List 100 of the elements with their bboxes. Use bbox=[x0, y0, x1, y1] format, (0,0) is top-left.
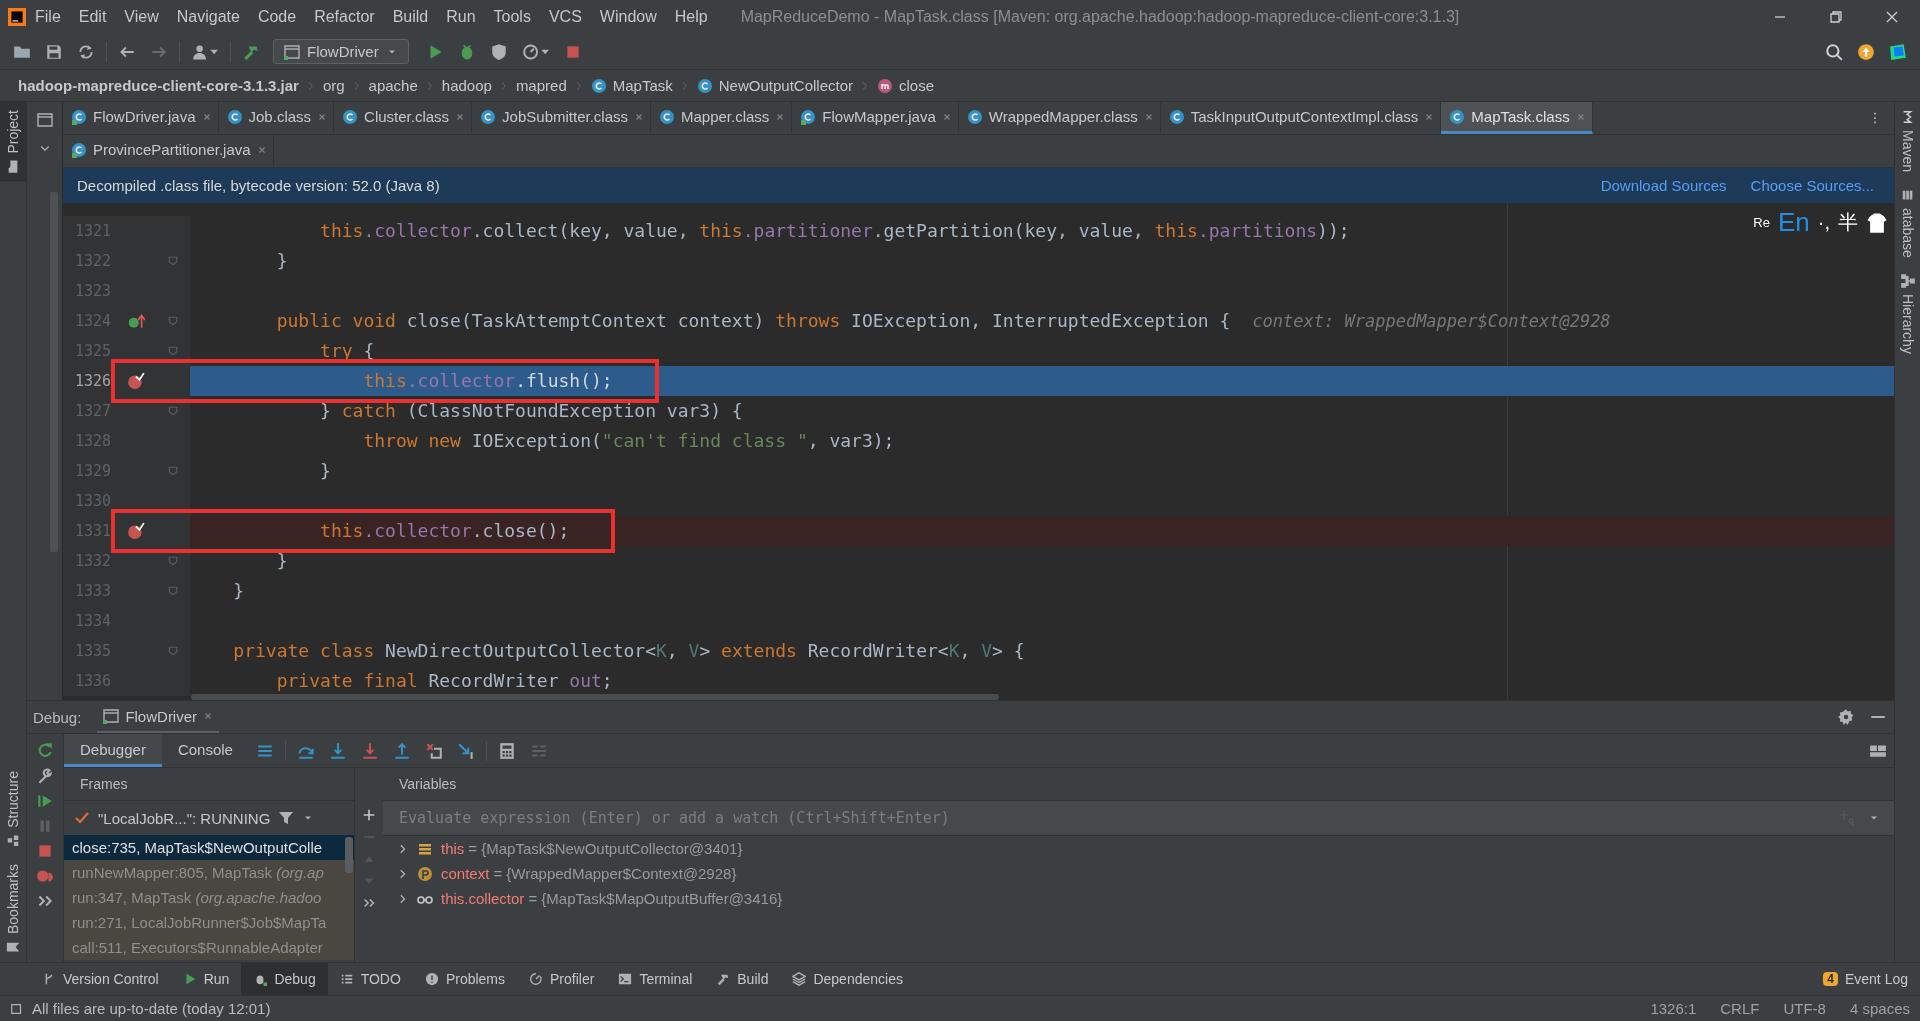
restore-icon[interactable] bbox=[1828, 9, 1844, 25]
panel-tab[interactable]: Console bbox=[161, 734, 249, 767]
menu-item[interactable]: Build bbox=[383, 8, 438, 26]
breadcrumb-item[interactable]: NewOutputCollector bbox=[692, 77, 857, 94]
file-encoding[interactable]: UTF-8 bbox=[1783, 1000, 1826, 1017]
tool-window-tab[interactable]: Profiler bbox=[517, 963, 607, 995]
tool-window-tab[interactable]: Run bbox=[170, 963, 242, 995]
window-icon[interactable] bbox=[36, 112, 53, 128]
thread-selector[interactable]: "LocalJobR...": RUNNING bbox=[98, 809, 271, 827]
breadcrumb-item[interactable]: hadoop bbox=[437, 77, 496, 94]
tool-window-button[interactable]: Hierarchy bbox=[1899, 265, 1916, 362]
menu-item[interactable]: Tools bbox=[484, 8, 540, 26]
input-method-label[interactable]: En bbox=[1777, 207, 1810, 238]
run-configuration-dropdown[interactable]: FlowDriver bbox=[273, 39, 409, 64]
fold-marker-icon[interactable] bbox=[167, 315, 179, 327]
breadcrumb-item[interactable]: hadoop-mapreduce-client-core-3.1.3.jar bbox=[14, 77, 303, 94]
breadcrumb-item[interactable]: org bbox=[318, 77, 349, 94]
search-icon[interactable] bbox=[1825, 42, 1843, 61]
menu-item[interactable]: Code bbox=[248, 8, 306, 26]
breakpoints-icon[interactable] bbox=[36, 867, 54, 885]
fold-marker-icon[interactable] bbox=[167, 405, 179, 417]
more-icon[interactable] bbox=[362, 896, 376, 910]
fold-marker-icon[interactable] bbox=[167, 255, 179, 267]
sync-icon[interactable] bbox=[77, 42, 95, 61]
wrench-icon[interactable] bbox=[36, 767, 54, 785]
caret-position[interactable]: 1326:1 bbox=[1650, 1000, 1697, 1017]
editor-tab[interactable]: Mapper.class bbox=[651, 102, 793, 134]
tool-window-button[interactable]: Maven bbox=[1899, 102, 1916, 181]
input-method-label[interactable]: Re bbox=[1753, 215, 1770, 230]
breakpoint-icon[interactable] bbox=[127, 522, 145, 540]
tool-window-tab[interactable]: TODO bbox=[327, 963, 413, 995]
tool-window-button[interactable]: Bookmarks bbox=[5, 855, 21, 962]
tool-window-button[interactable]: Project bbox=[0, 102, 26, 182]
fold-marker-icon[interactable] bbox=[167, 585, 179, 597]
editor-tab[interactable]: FlowMapper.java bbox=[792, 102, 959, 134]
line-separator[interactable]: CRLF bbox=[1720, 1000, 1760, 1017]
horizontal-scrollbar[interactable] bbox=[191, 694, 999, 700]
banner-link[interactable]: Download Sources bbox=[1600, 177, 1727, 194]
square-icon[interactable] bbox=[10, 1001, 24, 1016]
menu-item[interactable]: Window bbox=[590, 8, 666, 26]
input-method-label[interactable]: ·, bbox=[1817, 211, 1830, 234]
tool-window-tab[interactable]: Build bbox=[704, 963, 781, 995]
menu-item[interactable]: File bbox=[26, 8, 70, 26]
step-out-icon[interactable] bbox=[392, 741, 411, 760]
event-log-tab[interactable]: 4 Event Log bbox=[1811, 963, 1920, 995]
tool-window-tab[interactable]: Debug bbox=[241, 963, 328, 995]
menu-item[interactable]: Help bbox=[665, 8, 717, 26]
calculator-icon[interactable] bbox=[497, 741, 516, 760]
save-icon[interactable] bbox=[45, 42, 63, 61]
tool-window-tab[interactable]: Version Control bbox=[30, 963, 171, 995]
indent-setting[interactable]: 4 spaces bbox=[1849, 1000, 1910, 1017]
editor-tab[interactable]: Job.class bbox=[218, 102, 335, 134]
breadcrumb-item[interactable]: close bbox=[873, 77, 939, 94]
resume-icon[interactable] bbox=[36, 792, 54, 810]
menu-item[interactable]: Edit bbox=[69, 8, 116, 26]
tool-window-tab[interactable]: Dependencies bbox=[780, 963, 915, 995]
editor-tab[interactable]: JobSubmitter.class bbox=[472, 102, 651, 134]
filter-icon[interactable] bbox=[278, 810, 295, 826]
fold-marker-icon[interactable] bbox=[167, 345, 179, 357]
shirt-icon[interactable] bbox=[1866, 211, 1888, 234]
step-into-icon[interactable] bbox=[328, 741, 347, 760]
editor-tab[interactable]: Cluster.class bbox=[334, 102, 473, 134]
toolbox-icon[interactable] bbox=[1889, 42, 1907, 61]
editor-tab[interactable]: FlowDriver.java bbox=[63, 102, 219, 134]
drop-frame-icon[interactable] bbox=[424, 741, 443, 760]
run-to-cursor-icon[interactable] bbox=[456, 741, 475, 760]
editor-tab[interactable]: ProvincePartitioner.java bbox=[63, 135, 274, 167]
fold-marker-icon[interactable] bbox=[167, 555, 179, 567]
force-step-into-icon[interactable] bbox=[360, 741, 379, 760]
menu-item[interactable]: Refactor bbox=[305, 8, 384, 26]
tool-window-button[interactable]: Structure bbox=[5, 763, 21, 856]
override-marker-icon[interactable] bbox=[127, 312, 145, 330]
tool-window-tab[interactable]: Terminal bbox=[606, 963, 705, 995]
settings-icon[interactable] bbox=[1837, 708, 1855, 726]
add-icon[interactable] bbox=[362, 808, 376, 822]
input-method-label[interactable]: 半 bbox=[1838, 209, 1858, 236]
fold-marker-icon[interactable] bbox=[167, 465, 179, 477]
editor-tab[interactable]: WrappedMapper.class bbox=[958, 102, 1161, 134]
breakpoint-icon[interactable] bbox=[127, 372, 145, 390]
stack-frame[interactable]: close:735, MapTask$NewOutputColle bbox=[64, 835, 354, 860]
fold-marker-icon[interactable] bbox=[167, 645, 179, 657]
menu-item[interactable]: Run bbox=[437, 8, 485, 26]
breadcrumb-item[interactable]: mapred bbox=[511, 77, 571, 94]
stop-icon[interactable] bbox=[36, 842, 54, 860]
menu-item[interactable]: View bbox=[115, 8, 168, 26]
panel-tab[interactable]: Debugger bbox=[64, 734, 162, 767]
gauge-icon[interactable] bbox=[521, 42, 550, 61]
banner-link[interactable]: Choose Sources... bbox=[1750, 177, 1874, 194]
tool-window-button[interactable]: atabase bbox=[1899, 180, 1916, 266]
breadcrumb-item[interactable]: MapTask bbox=[586, 77, 677, 94]
menu-item[interactable]: VCS bbox=[539, 8, 591, 26]
shield-icon[interactable] bbox=[489, 42, 508, 61]
rerun-icon[interactable] bbox=[36, 742, 54, 760]
update-icon[interactable] bbox=[1857, 42, 1875, 61]
editor-tab[interactable]: MapTask.class bbox=[1441, 102, 1593, 134]
breadcrumb-item[interactable]: apache bbox=[364, 77, 422, 94]
close-icon[interactable] bbox=[1884, 9, 1900, 25]
scrollbar[interactable] bbox=[345, 837, 353, 873]
menu-item[interactable]: Navigate bbox=[167, 8, 249, 26]
tool-window-tab[interactable]: Problems bbox=[412, 963, 517, 995]
